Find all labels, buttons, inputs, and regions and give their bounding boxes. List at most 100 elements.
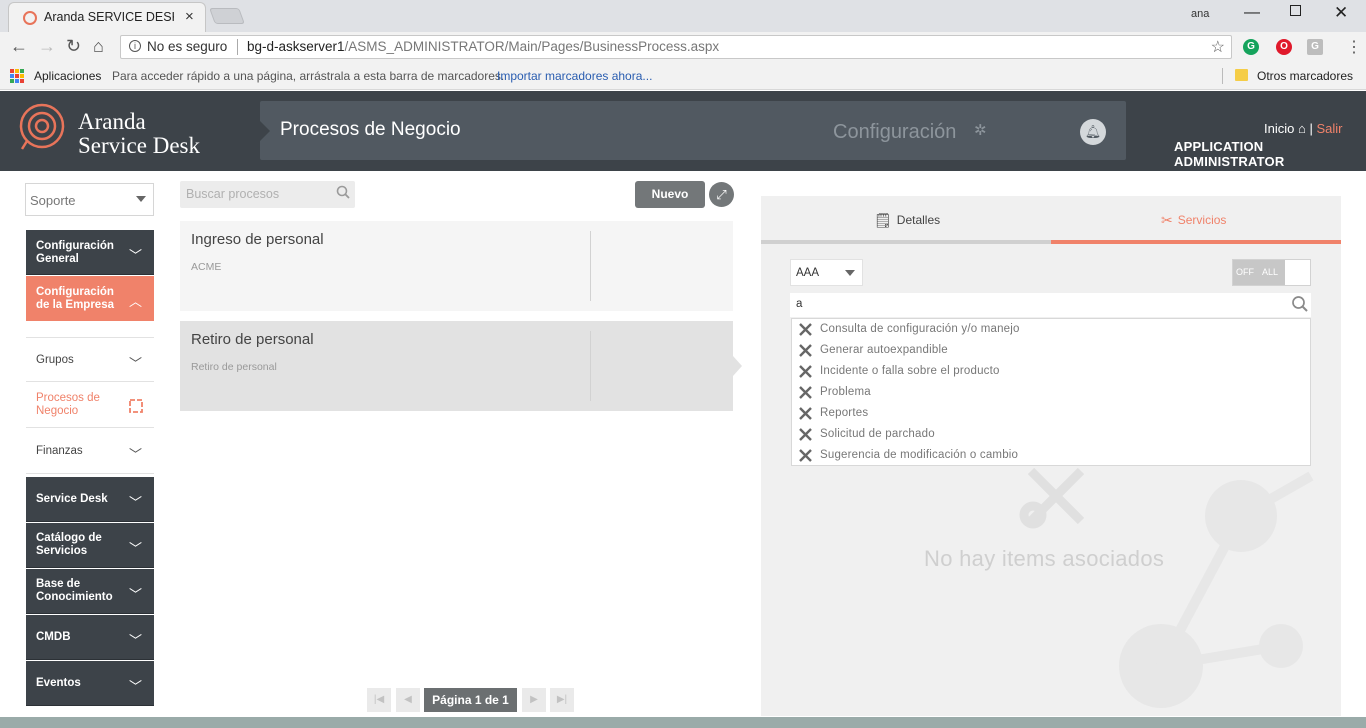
salir-link[interactable]: Salir (1316, 121, 1342, 136)
grammarly-extension-icon[interactable]: G (1243, 39, 1259, 55)
chevron-down-icon: ﹀ (128, 679, 142, 694)
sidebar-item-procesos-negocio[interactable]: Procesos de Negocio (26, 383, 154, 428)
selection-pointer (733, 356, 742, 376)
off-all-toggle[interactable]: OFF ALL (1232, 259, 1311, 286)
home-icon[interactable]: ⌂ (1298, 121, 1306, 136)
sidebar-item-label: Procesos de Negocio (36, 392, 100, 417)
detail-panel: 🗒︎ Detalles ✂ Servicios AAA OFF ALL a No… (761, 196, 1341, 716)
process-card-selected[interactable]: Retiro de personal Retiro de personal (180, 321, 733, 411)
process-company: ACME (191, 261, 222, 273)
toggle-knob[interactable] (1285, 260, 1310, 285)
bell-icon[interactable]: 🔔︎ (1080, 119, 1106, 145)
edit-document-icon: 🗒︎ (874, 212, 892, 228)
folder-icon (1235, 69, 1248, 81)
search-value: a (796, 298, 803, 310)
tab-detalles-label: Detalles (896, 213, 941, 227)
configuracion-label[interactable]: Configuración (833, 121, 956, 144)
expand-icon[interactable]: ⤢ (709, 182, 734, 207)
sidebar-item-configuracion-empresa[interactable]: Configuración de la Empresa ︿ (26, 276, 154, 321)
sidebar-item-configuracion-general[interactable]: Configuración General ﹀ (26, 230, 154, 275)
inicio-link[interactable]: Inicio (1264, 121, 1294, 136)
user-links: Inicio ⌂ | Salir (1264, 121, 1343, 136)
browser-menu-icon[interactable]: ⋮ (1346, 37, 1362, 57)
logo-text-sub: Service Desk (78, 133, 200, 158)
chevron-down-icon: ﹀ (128, 447, 142, 462)
tab-close-icon[interactable]: × (185, 8, 194, 25)
filter-select-value: AAA (796, 267, 820, 279)
tab-label: ✂ Servicios (1161, 212, 1226, 229)
divider (237, 39, 238, 55)
service-dropdown-list: Consulta de configuración y/o manejo Gen… (791, 318, 1311, 466)
bookmark-star-icon[interactable]: ☆ (1211, 37, 1225, 57)
service-option-label: Problema (820, 386, 871, 398)
window-close-icon[interactable]: ✕ (1334, 3, 1348, 23)
other-bookmarks[interactable]: Otros marcadores (1257, 69, 1353, 83)
module-select[interactable]: Soporte (25, 183, 154, 216)
security-label[interactable]: No es seguro (147, 39, 227, 54)
last-page-icon[interactable]: ▶| (550, 688, 574, 712)
next-page-icon[interactable]: ▶ (522, 688, 546, 712)
service-search-input[interactable]: a (790, 293, 1311, 317)
url-host: bg-d-askserver1 (247, 39, 345, 54)
import-bookmarks-link[interactable]: Importar marcadores ahora... (497, 69, 652, 83)
info-icon[interactable]: i (129, 40, 141, 52)
browser-toolbar: ← → ↻ ⌂ i No es seguro bg-d-askserver1/A… (0, 32, 1366, 62)
sidebar-item-catalogo-servicios[interactable]: Catálogo de Servicios ﹀ (26, 523, 154, 568)
tools-icon (799, 428, 812, 441)
sidebar-item-grupos[interactable]: Grupos ﹀ (26, 337, 154, 382)
sidebar-item-cmdb[interactable]: CMDB ﹀ (26, 615, 154, 660)
sidebar-item-finanzas[interactable]: Finanzas ﹀ (26, 429, 154, 474)
chevron-down-icon: ﹀ (128, 541, 142, 556)
refresh-icon (129, 399, 143, 413)
header-notch (260, 121, 270, 141)
service-filter-select[interactable]: AAA (790, 259, 863, 286)
sidebar-item-label: Grupos (36, 354, 74, 366)
tab-servicios[interactable]: ✂ Servicios (1051, 196, 1341, 244)
home-icon[interactable]: ⌂ (93, 36, 104, 57)
logo-text: Aranda (78, 109, 146, 134)
back-icon[interactable]: ← (10, 36, 28, 57)
sidebar-item-label: Eventos (36, 677, 81, 689)
divider (590, 331, 591, 401)
search-icon[interactable] (336, 185, 350, 199)
service-option-label: Solicitud de parchado (820, 428, 935, 440)
prev-page-icon[interactable]: ◀ (396, 688, 420, 712)
search-icon[interactable] (1291, 295, 1309, 313)
footer-bar (0, 717, 1366, 728)
tools-icon (799, 386, 812, 399)
separator: | (1309, 121, 1313, 136)
service-option-label: Incidente o falla sobre el producto (820, 365, 1000, 377)
minimize-icon[interactable]: — (1244, 4, 1260, 22)
process-card[interactable]: Ingreso de personal ACME (180, 221, 733, 311)
tab-title: Aranda SERVICE DESK CC (44, 10, 174, 24)
sidebar-item-service-desk[interactable]: Service Desk ﹀ (26, 477, 154, 522)
reload-icon[interactable]: ↻ (66, 36, 81, 57)
bookmark-apps[interactable]: Aplicaciones (34, 69, 101, 83)
maximize-icon[interactable] (1290, 5, 1301, 16)
url-text[interactable]: bg-d-askserver1/ASMS_ADMINISTRATOR/Main/… (247, 39, 719, 54)
browser-tab-strip: Aranda SERVICE DESK CC × ana — ✕ (0, 0, 1366, 32)
address-bar[interactable]: i No es seguro bg-d-askserver1/ASMS_ADMI… (120, 35, 1232, 59)
sidebar-item-label: CMDB (36, 631, 71, 643)
profile-badge[interactable]: ana (1191, 8, 1209, 20)
url-path: /ASMS_ADMINISTRATOR/Main/Pages/BusinessP… (344, 39, 720, 54)
tab-detalles[interactable]: 🗒︎ Detalles (761, 196, 1051, 244)
sidebar-item-base-conocimiento[interactable]: Base de Conocimiento ﹀ (26, 569, 154, 614)
forward-icon[interactable]: → (38, 36, 56, 57)
new-process-button[interactable]: Nuevo (635, 181, 705, 208)
gear-icon[interactable]: ✲ (974, 121, 987, 139)
first-page-icon[interactable]: |◀ (367, 688, 391, 712)
extension-icon[interactable]: G (1307, 39, 1323, 55)
tools-icon (799, 449, 812, 462)
service-option-label: Generar autoexpandible (820, 344, 948, 356)
aranda-logo-icon (19, 103, 65, 150)
process-search-input[interactable]: Buscar procesos (180, 181, 355, 208)
apps-grid-icon[interactable] (10, 69, 24, 83)
tools-icon: ✂ (1161, 212, 1173, 228)
new-tab-button[interactable] (209, 8, 245, 24)
browser-tab[interactable]: Aranda SERVICE DESK CC × (8, 2, 206, 32)
service-option-label: Reportes (820, 407, 869, 419)
sidebar-item-eventos[interactable]: Eventos ﹀ (26, 661, 154, 706)
opera-extension-icon[interactable]: O (1276, 39, 1292, 55)
bookmarks-hint: Para acceder rápido a una página, arrást… (112, 69, 505, 83)
